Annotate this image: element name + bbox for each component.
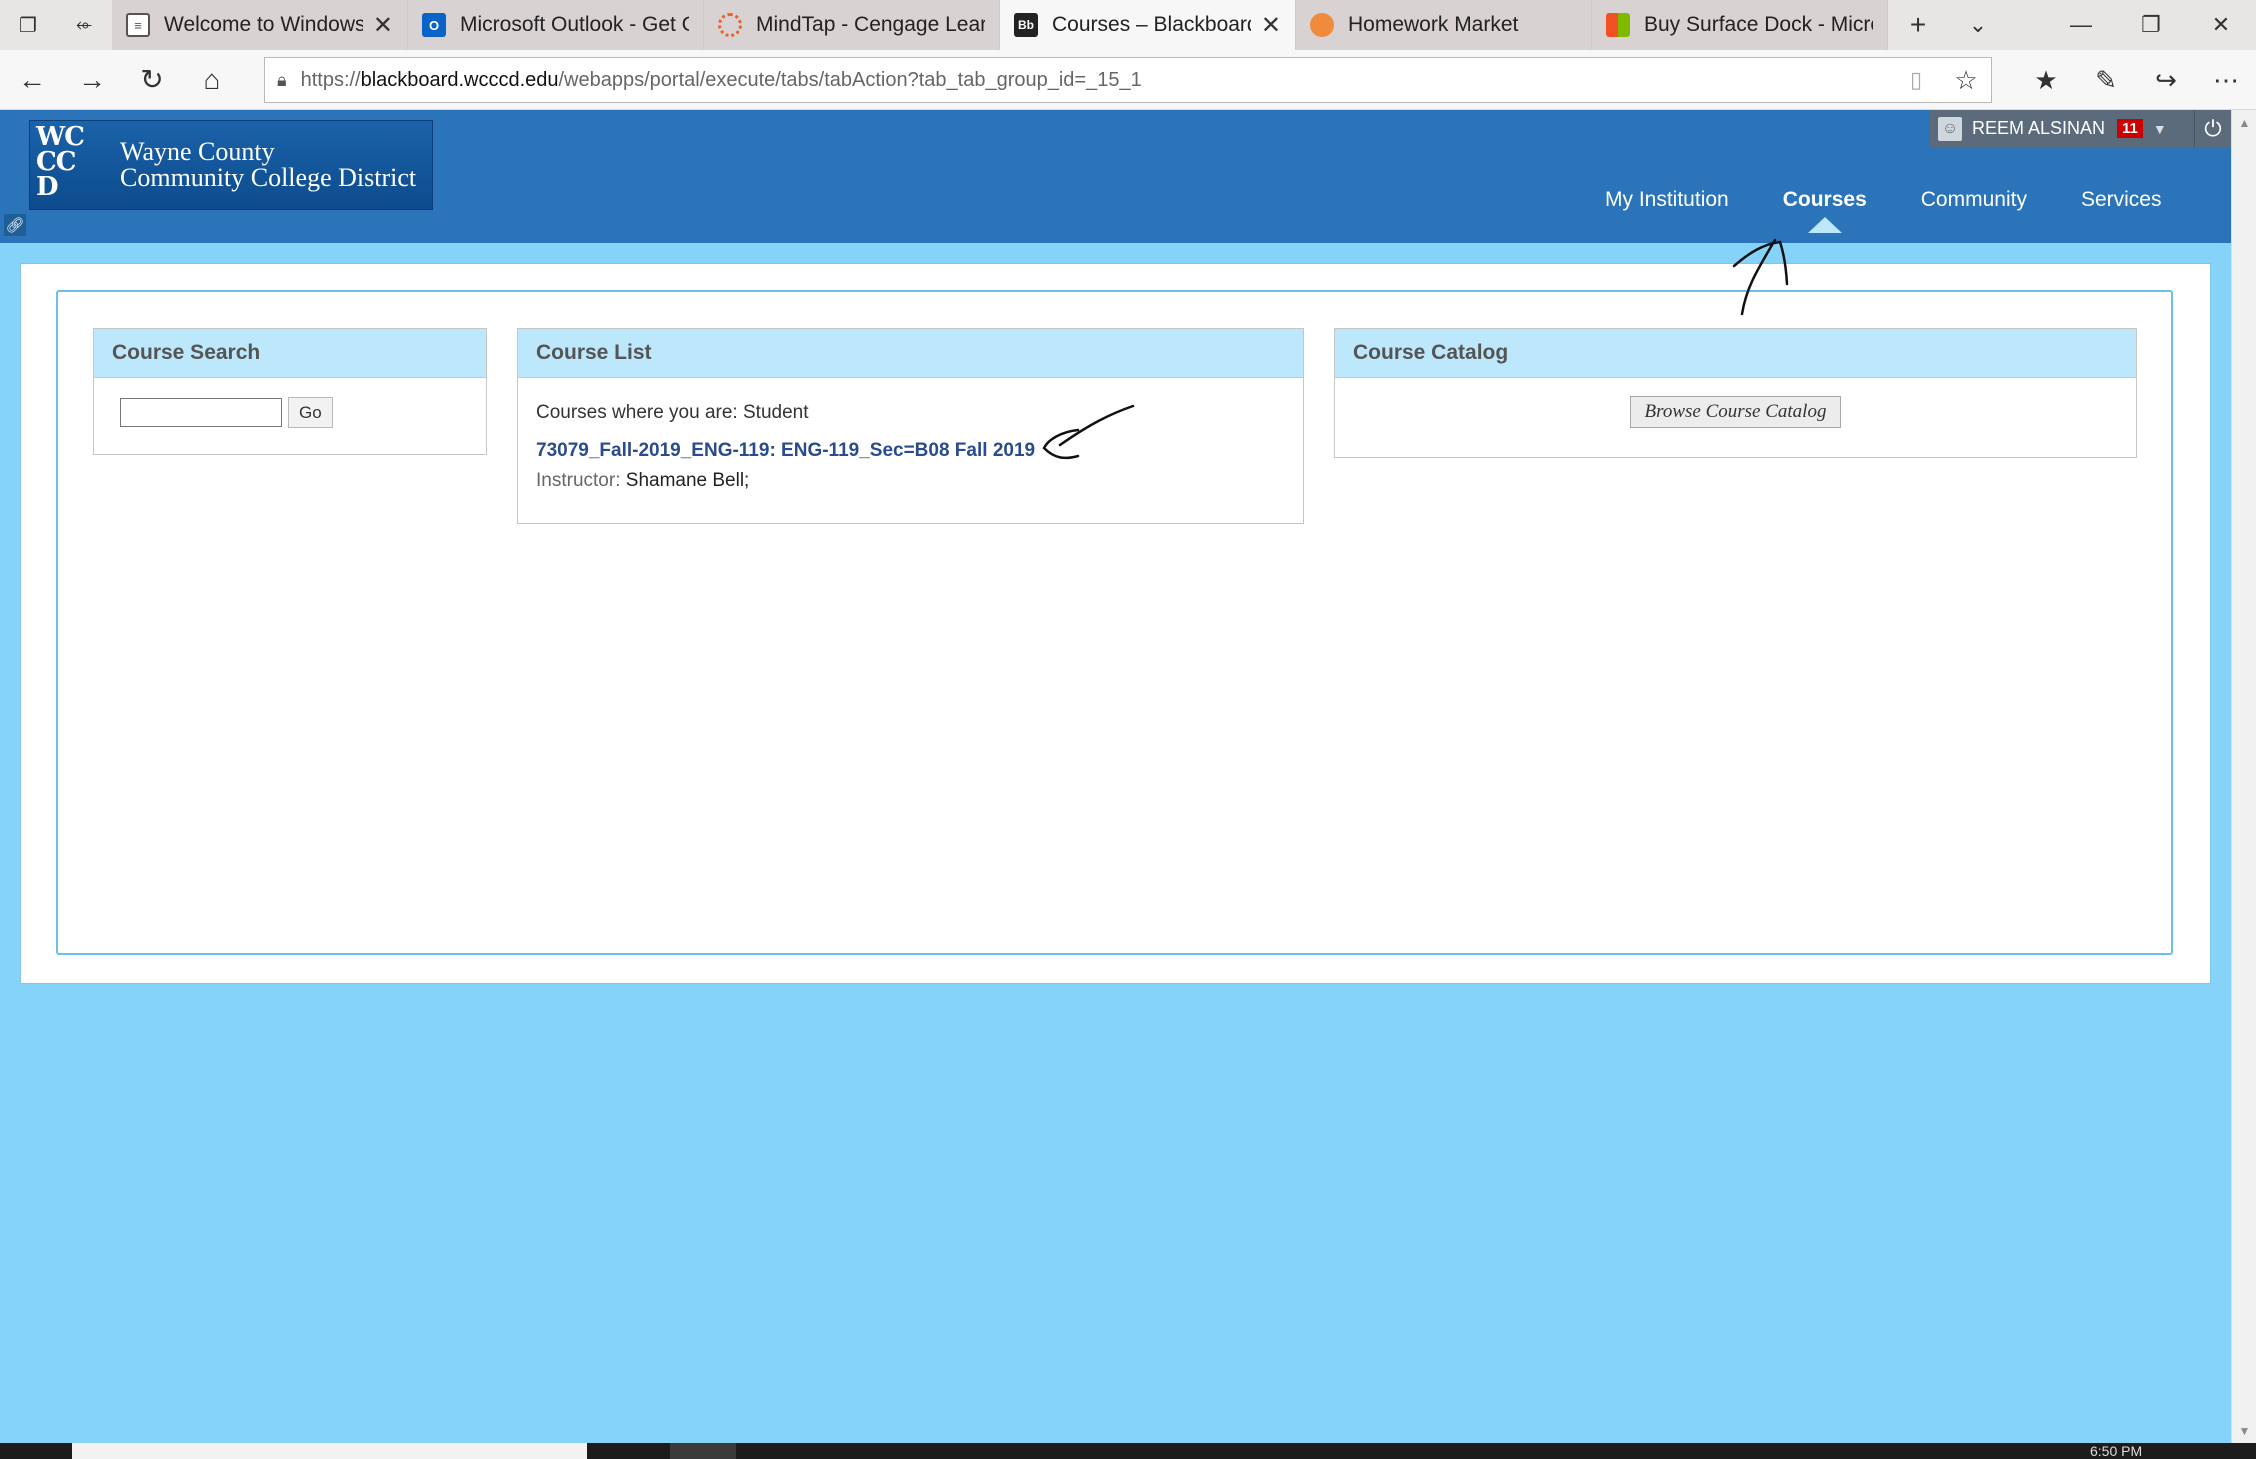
browser-tab-welcome[interactable]: ≡ Welcome to Windows ✕ [112, 0, 408, 50]
homework-market-icon [1310, 13, 1334, 37]
quick-links-icon[interactable]: 🔗︎ [4, 214, 26, 236]
course-role-text: Courses where you are: Student [536, 402, 809, 423]
browser-tab-blackboard[interactable]: Bb Courses – Blackboard L ✕ [1000, 0, 1296, 50]
pen-icon[interactable]: ✎ [2076, 50, 2136, 110]
user-avatar-icon: ☺ [1938, 116, 1962, 141]
tab-title: MindTap - Cengage Learnir [756, 13, 985, 36]
windows-page-icon: ≡ [126, 13, 150, 37]
logout-power-icon[interactable]: ⏻ [2194, 110, 2231, 147]
nav-tab-courses[interactable]: Courses [1756, 188, 1894, 233]
logo-text: Wayne County Community College District [120, 137, 417, 192]
module-title: Course Search [94, 329, 486, 378]
main-navigation: My Institution Courses Community Service… [1578, 188, 2188, 233]
share-icon[interactable]: ↪ [2136, 50, 2196, 110]
refresh-icon[interactable]: ↻ [122, 50, 182, 110]
scroll-down-icon[interactable]: ▼ [2232, 1418, 2256, 1443]
logo-mark: WC CC D [36, 122, 85, 202]
tab-title: Courses – Blackboard L [1052, 13, 1251, 36]
mindtap-icon [718, 13, 742, 37]
home-icon[interactable]: ⌂ [182, 50, 242, 110]
browser-tab-bar: ❐ ⬰ ≡ Welcome to Windows ✕ O Microsoft O… [0, 0, 2256, 50]
browse-course-catalog-button[interactable]: Browse Course Catalog [1629, 396, 1842, 428]
tab-preview-chevron-icon[interactable]: ⌄ [1948, 0, 2008, 50]
browser-tab-surface-dock[interactable]: Buy Surface Dock - Microsc [1592, 0, 1888, 50]
browser-tab-mindtap[interactable]: MindTap - Cengage Learnir [704, 0, 1000, 50]
window-close-icon[interactable]: ✕ [2186, 0, 2256, 50]
taskbar-search[interactable] [72, 1443, 587, 1459]
scroll-up-icon[interactable]: ▲ [2232, 110, 2256, 135]
user-menu[interactable]: ☺ REEM ALSINAN 11 ▼ [1930, 110, 2193, 147]
handwritten-arrow-to-course-link [1042, 404, 1135, 460]
course-search-input[interactable] [120, 398, 282, 427]
course-list-module: Course List Courses where you are: Stude… [517, 328, 1304, 524]
browser-tab-homework-market[interactable]: Homework Market [1296, 0, 1592, 50]
notification-badge[interactable]: 11 [2117, 119, 2143, 138]
course-search-module: Course Search Go [93, 328, 487, 455]
microsoft-icon [1606, 13, 1630, 37]
instructor-info: Instructor: Shamane Bell; [536, 470, 1285, 492]
window-controls: — ❐ ✕ [2046, 0, 2256, 50]
tab-title: Homework Market [1348, 13, 1519, 36]
lock-icon: 🔒︎ [277, 69, 287, 90]
module-title: Course List [518, 329, 1303, 378]
nav-tab-my-institution[interactable]: My Institution [1578, 188, 1756, 233]
chevron-down-icon[interactable]: ▼ [2153, 121, 2167, 137]
tab-manager-icon[interactable]: ❐ [0, 0, 56, 50]
taskbar-clock: 6:50 PM [2090, 1443, 2143, 1459]
close-icon[interactable]: ✕ [1261, 11, 1281, 40]
restore-icon[interactable]: ❐ [2116, 0, 2186, 50]
set-tabs-aside-icon[interactable]: ⬰ [56, 0, 112, 50]
windows-taskbar: 6:50 PM [0, 1443, 2256, 1459]
page-scrollbar[interactable]: ▲ ▼ [2231, 110, 2256, 1443]
new-tab-button[interactable]: + [1888, 0, 1948, 50]
close-icon[interactable]: ✕ [373, 11, 393, 40]
instructor-label: Instructor: [536, 470, 621, 491]
wcccd-logo[interactable]: WC CC D Wayne County Community College D… [29, 120, 433, 210]
outlook-icon: O [422, 13, 446, 37]
favorites-hub-icon[interactable]: ★ [2016, 50, 2076, 110]
tab-title: Welcome to Windows [164, 13, 363, 36]
nav-tab-services[interactable]: Services [2054, 188, 2189, 233]
instructor-name: Shamane Bell; [625, 470, 750, 491]
handwritten-arrow-to-courses [1732, 238, 1789, 316]
go-button[interactable]: Go [288, 397, 333, 428]
course-link[interactable]: 73079_Fall-2019_ENG-119: ENG-119_Sec=B08… [536, 440, 1035, 462]
blackboard-icon: Bb [1014, 13, 1038, 37]
back-arrow-icon[interactable]: ← [2, 50, 62, 110]
nav-tab-community[interactable]: Community [1894, 188, 2054, 233]
taskbar-app-button[interactable] [670, 1443, 736, 1459]
course-catalog-module: Course Catalog Browse Course Catalog [1334, 328, 2137, 458]
url-text: https://blackboard.wcccd.edu/webapps/por… [300, 68, 1142, 91]
more-icon[interactable]: ⋯ [2196, 50, 2256, 110]
module-title: Course Catalog [1335, 329, 2136, 378]
user-name: REEM ALSINAN [1972, 118, 2106, 138]
address-bar[interactable]: 🔒︎ https://blackboard.wcccd.edu/webapps/… [264, 57, 1992, 103]
browser-tab-outlook[interactable]: O Microsoft Outlook - Get Ou [408, 0, 704, 50]
forward-arrow-icon[interactable]: → [62, 50, 122, 110]
reading-view-icon[interactable]: ▯ [1891, 67, 1941, 93]
favorite-star-icon[interactable]: ☆ [1941, 65, 1991, 96]
site-header: WC CC D Wayne County Community College D… [0, 110, 2231, 243]
tab-title: Microsoft Outlook - Get Ou [460, 13, 689, 36]
browser-tools: ★ ✎ ↪ ⋯ [2016, 50, 2256, 110]
tab-title: Buy Surface Dock - Microsc [1644, 13, 1873, 36]
minimize-icon[interactable]: — [2046, 0, 2116, 50]
address-toolbar: ← → ↻ ⌂ 🔒︎ https://blackboard.wcccd.edu/… [0, 50, 2256, 110]
